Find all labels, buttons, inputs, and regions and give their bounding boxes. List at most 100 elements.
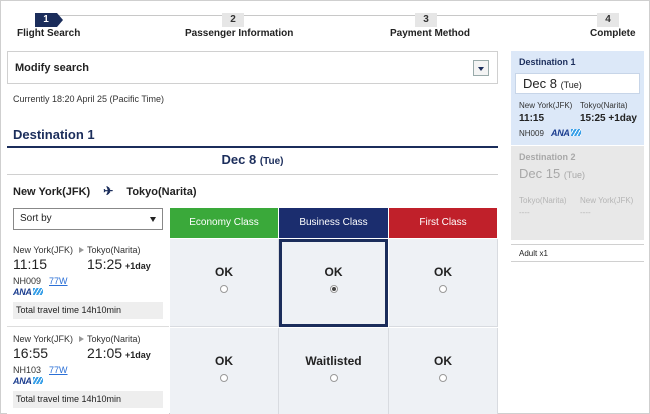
arrival-time: 21:05 +1day (87, 345, 151, 361)
arrival-time: 15:25 +1day (87, 256, 151, 272)
ana-stripes (570, 129, 581, 136)
fare-radio[interactable] (439, 285, 447, 293)
flight-row-info: New York(JFK) Tokyo(Narita) 11:15 15:25 +… (7, 239, 169, 327)
fare-radio[interactable] (220, 374, 228, 382)
flight-number: NH103 (13, 365, 42, 375)
sort-by-select[interactable]: Sort by (13, 208, 163, 230)
step-number: 1 (35, 13, 63, 27)
airline-name: ANA (551, 128, 570, 138)
sidebar-date-weekday: (Tue) (563, 170, 585, 180)
ana-logo: ANA (551, 128, 581, 138)
progress-line (44, 15, 610, 16)
fare-radio[interactable] (439, 374, 447, 382)
fare-status: OK (215, 265, 233, 279)
passenger-count: Adult x1 (511, 244, 644, 262)
total-travel-time: Total travel time 14h10min (13, 302, 163, 319)
sort-by-label: Sort by (20, 213, 52, 224)
sidebar-date-text: Dec 8 (523, 76, 557, 91)
flight-destination: Tokyo(Narita) (79, 245, 141, 255)
total-travel-time: Total travel time 14h10min (13, 391, 163, 408)
step-number: 4 (597, 13, 619, 27)
modify-search-panel[interactable]: Modify search (7, 51, 498, 84)
progress-steps: 1 Flight Search 2 Passenger Information … (0, 0, 650, 44)
sidebar-origin: New York(JFK) (519, 101, 573, 110)
flight-origin: New York(JFK) (13, 334, 74, 344)
fare-radio[interactable] (329, 374, 338, 382)
fare-cell-economy[interactable]: OK (170, 328, 279, 414)
economy-class-header: Economy Class (170, 208, 278, 238)
step-payment-method: 3 Payment Method (390, 0, 470, 39)
fare-cell-economy[interactable]: OK (170, 239, 279, 327)
step-label: Passenger Information (185, 28, 294, 39)
equipment-link[interactable]: 77W (49, 276, 68, 286)
fare-radio[interactable] (220, 285, 228, 293)
fare-status: OK (324, 265, 343, 279)
first-class-header: First Class (389, 208, 497, 238)
airline-name: ANA (13, 376, 32, 386)
fare-status: Waitlisted (305, 354, 362, 368)
equipment-link[interactable]: 77W (49, 365, 68, 375)
fare-cell-first[interactable]: OK (389, 328, 498, 414)
step-label: Flight Search (17, 28, 81, 39)
sidebar-destination: Tokyo(Narita) (580, 101, 628, 110)
sidebar-dest-title: Destination 2 (519, 152, 576, 162)
chevron-down-icon[interactable] (473, 60, 489, 76)
date-weekday: (Tue) (259, 156, 284, 167)
fare-status: OK (434, 265, 452, 279)
step-complete: 4 Complete (590, 0, 636, 39)
ana-stripes (32, 288, 43, 295)
sidebar-date-text: Dec 15 (519, 166, 561, 181)
airline-name: ANA (13, 287, 32, 297)
sidebar-destination: New York(JFK) (580, 196, 634, 205)
ana-logo: ANA (13, 376, 43, 386)
sidebar-destination-1[interactable]: Destination 1 Dec 8 (Tue) New York(JFK) … (511, 51, 644, 145)
current-time: Currently 18:20 April 25 (Pacific Time) (13, 94, 165, 104)
step-number: 2 (222, 13, 244, 27)
chevron-down-icon (150, 217, 156, 222)
business-class-header: Business Class (279, 208, 388, 238)
destination-date: Dec 8 (Tue) (7, 148, 498, 172)
fare-status: OK (215, 354, 233, 368)
sidebar-dest-title: Destination 1 (519, 57, 576, 67)
sidebar-placeholder: ---- (580, 208, 591, 217)
arrival-time-value: 15:25 (87, 256, 123, 272)
ana-logo: ANA (13, 287, 43, 297)
plus-day: +1day (125, 261, 151, 271)
plane-icon: ✈ (103, 184, 114, 198)
sidebar-arrival-time: 15:25 +1day (580, 113, 637, 124)
sidebar-date-weekday: (Tue) (560, 80, 582, 90)
fare-cell-first[interactable]: OK (389, 239, 498, 327)
modify-search-label: Modify search (15, 62, 89, 74)
flight-row-info: New York(JFK) Tokyo(Narita) 16:55 21:05 +… (7, 328, 169, 414)
departure-time: 11:15 (13, 256, 47, 272)
sidebar-flight-number: NH009 (519, 129, 544, 138)
flight-number: NH009 (13, 276, 42, 286)
flight-destination: Tokyo(Narita) (79, 334, 141, 344)
destination-title: Destination 1 (13, 127, 95, 142)
step-flight-search: 1 Flight Search (17, 0, 80, 39)
flight-origin: New York(JFK) (13, 245, 74, 255)
divider (7, 174, 498, 175)
step-passenger-information: 2 Passenger Information (185, 0, 293, 39)
sidebar-origin: Tokyo(Narita) (519, 196, 567, 205)
arrival-time-value: 21:05 (87, 345, 123, 361)
plus-day: +1day (125, 350, 151, 360)
sidebar-dest-date: Dec 8 (Tue) (515, 73, 640, 94)
route-destination: Tokyo(Narita) (126, 186, 197, 198)
step-label: Complete (590, 28, 636, 39)
sidebar-placeholder: ---- (519, 208, 530, 217)
ana-stripes (32, 377, 43, 384)
fare-cell-business[interactable]: Waitlisted (279, 328, 389, 414)
route: New York(JFK) ✈ Tokyo(Narita) (13, 184, 197, 198)
fare-status: OK (434, 354, 452, 368)
fare-cell-business[interactable]: OK (279, 239, 388, 327)
step-label: Payment Method (390, 28, 471, 39)
sidebar-destination-2[interactable]: Destination 2 Dec 15 (Tue) Tokyo(Narita)… (511, 146, 644, 240)
sidebar-dest-date: Dec 15 (Tue) (519, 166, 585, 181)
date-text: Dec 8 (221, 152, 257, 167)
fare-radio[interactable] (329, 285, 338, 293)
route-origin: New York(JFK) (13, 186, 91, 198)
step-number: 3 (415, 13, 437, 27)
departure-time: 16:55 (13, 345, 49, 361)
sidebar-departure-time: 11:15 (519, 113, 545, 124)
